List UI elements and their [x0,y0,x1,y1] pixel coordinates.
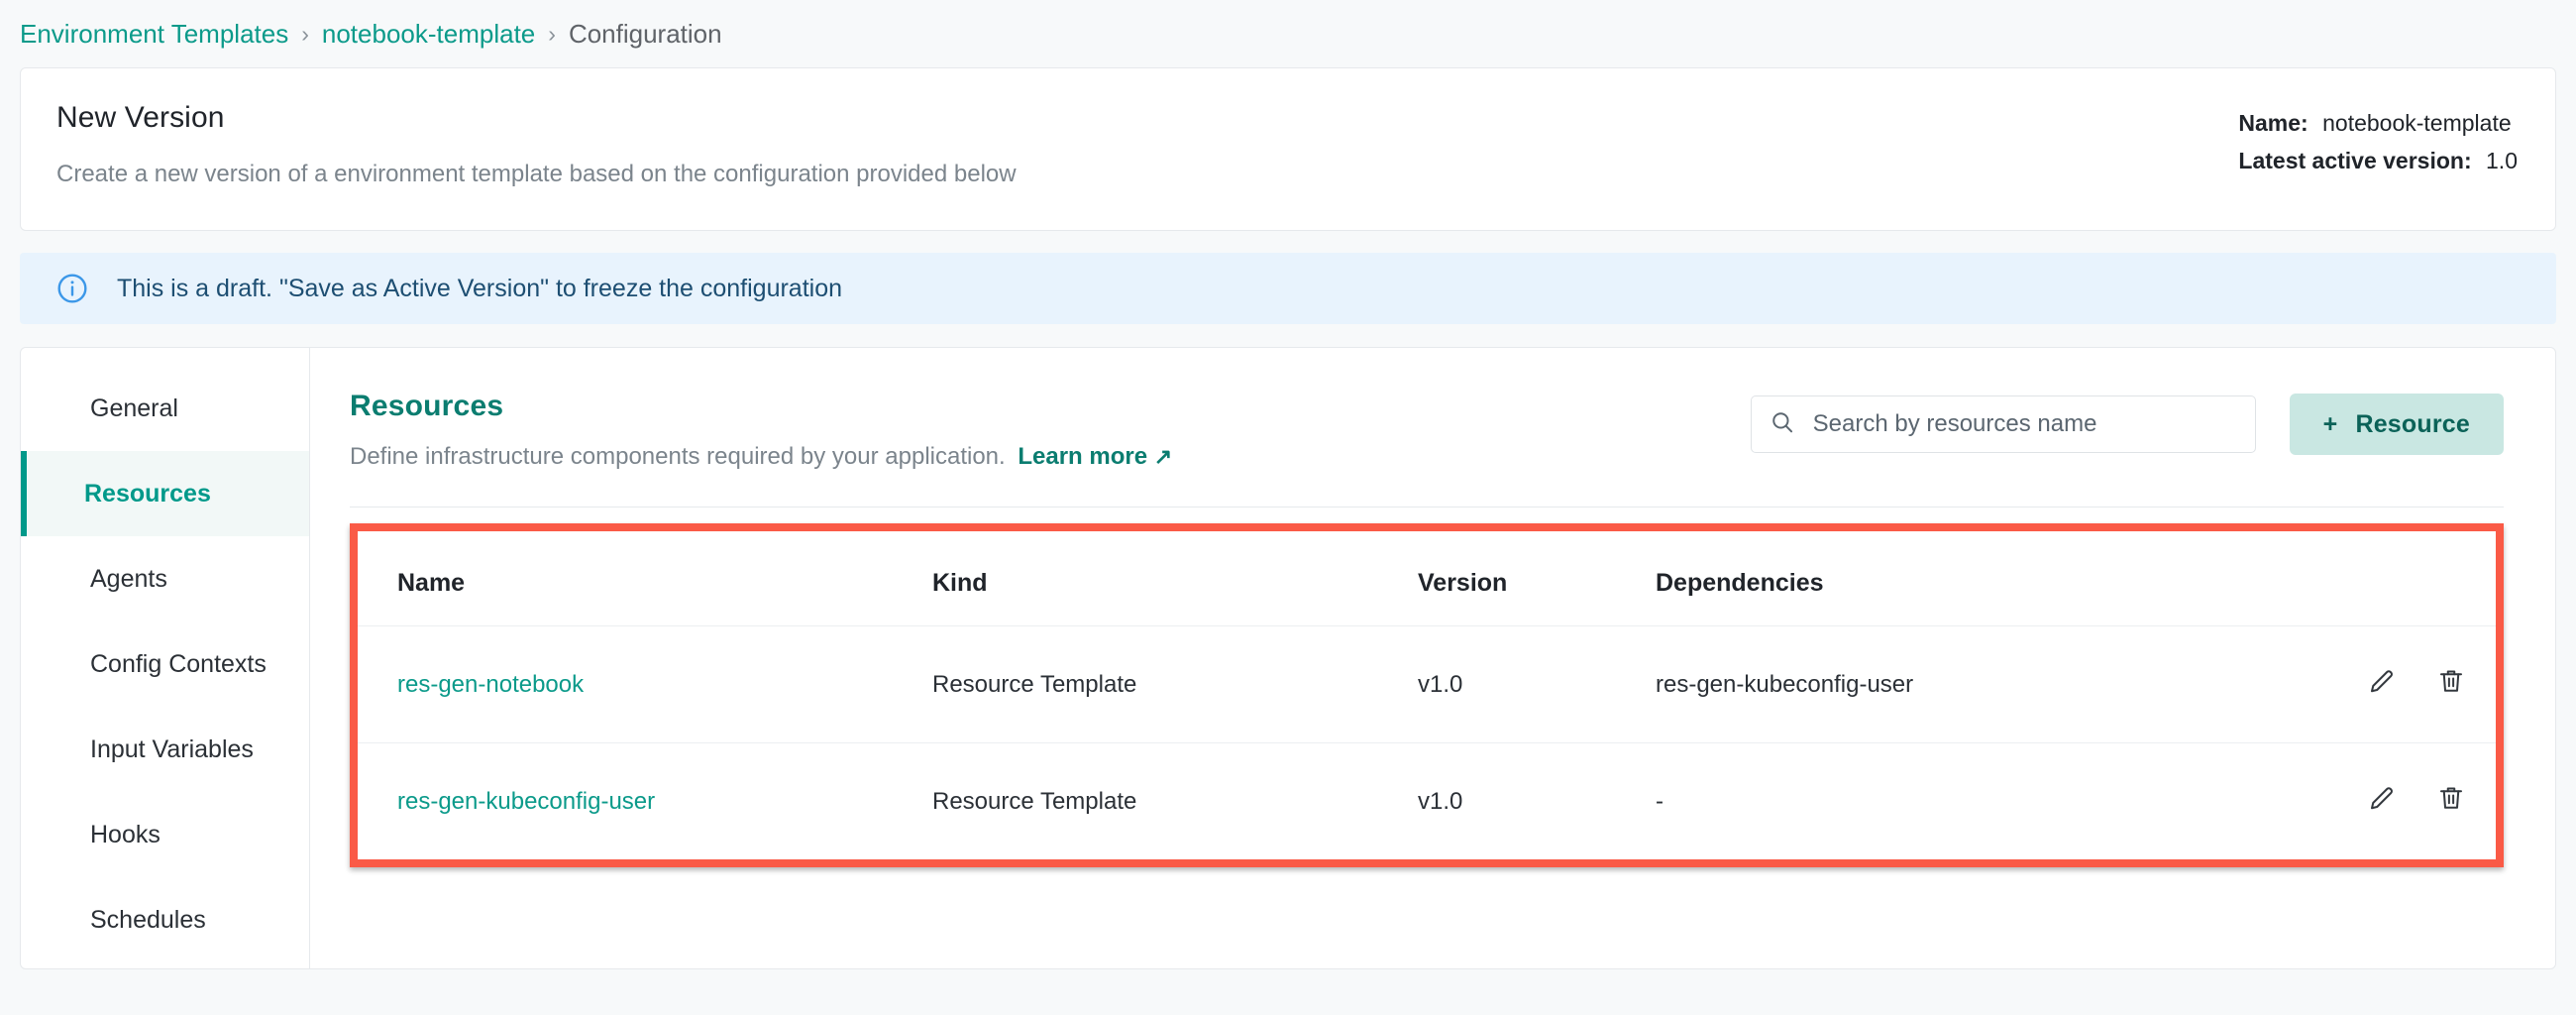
sidebar-item-label: Resources [84,479,211,508]
delete-icon[interactable] [2436,783,2466,813]
search-input[interactable] [1812,410,2237,438]
resource-kind: Resource Template [932,625,1418,743]
breadcrumb-item-notebook-template[interactable]: notebook-template [322,19,535,50]
edit-icon[interactable] [2367,666,2397,696]
resources-panel: Resources Define infrastructure componen… [310,348,2555,968]
draft-info-banner: This is a draft. "Save as Active Version… [20,253,2556,324]
breadcrumb-item-environment-templates[interactable]: Environment Templates [20,19,288,50]
sidebar-item-general[interactable]: General [21,366,309,451]
plus-icon: + [2322,409,2338,438]
template-name-row: Name: notebook-template [2238,104,2518,142]
resource-dependencies: res-gen-kubeconfig-user [1656,625,2298,743]
template-name-value: notebook-template [2322,110,2512,136]
section-title: Resources [350,390,504,422]
add-resource-button[interactable]: + Resource [2289,394,2504,455]
edit-icon[interactable] [2367,783,2397,813]
resource-version: v1.0 [1418,787,1463,815]
resources-table-highlight: Name Kind Version Dependencies res-gen-n… [350,523,2504,867]
sidebar-item-hooks[interactable]: Hooks [21,792,309,877]
header-divider [350,507,2504,508]
template-meta: Name: notebook-template Latest active ve… [2238,104,2518,179]
column-header-actions [2298,531,2496,626]
table-row: res-gen-notebook Resource Template v1.0 … [358,625,2496,743]
page-title: New Version [56,101,225,134]
sidebar-item-resources[interactable]: Resources [21,451,309,536]
column-header-name: Name [358,531,932,626]
breadcrumb: Environment Templates › notebook-templat… [0,0,2576,67]
resource-dependencies: - [1656,787,1664,815]
page-subtitle: Create a new version of a environment te… [56,161,1017,187]
breadcrumb-separator-icon: › [301,20,309,47]
latest-active-version-value: 1.0 [2486,148,2518,173]
column-header-kind: Kind [932,531,1418,626]
template-name-label: Name: [2238,110,2308,136]
search-box[interactable] [1750,395,2256,453]
resources-header-actions: + Resource [1750,390,2504,455]
delete-icon[interactable] [2436,666,2466,696]
breadcrumb-item-configuration: Configuration [568,18,722,49]
configuration-sidebar: General Resources Agents Config Contexts… [21,348,310,968]
resource-name-link[interactable]: res-gen-kubeconfig-user [397,788,655,815]
sidebar-item-label: Agents [90,564,167,593]
resource-kind: Resource Template [932,787,1137,815]
sidebar-item-input-variables[interactable]: Input Variables [21,707,309,792]
table-row: res-gen-kubeconfig-user Resource Templat… [358,743,2496,860]
resources-table: Name Kind Version Dependencies res-gen-n… [358,531,2496,859]
column-header-dependencies: Dependencies [1656,531,2298,626]
configuration-card: General Resources Agents Config Contexts… [20,347,2556,969]
row-actions [2367,666,2466,696]
template-version-row: Latest active version: 1.0 [2238,142,2518,179]
sidebar-item-label: Schedules [90,905,206,934]
sidebar-item-agents[interactable]: Agents [21,536,309,621]
info-circle-icon [55,272,89,305]
row-actions [2367,783,2466,813]
breadcrumb-separator-icon: › [548,20,556,47]
add-resource-label: Resource [2355,409,2470,438]
section-description: Define infrastructure components require… [350,443,1751,471]
sidebar-item-schedules[interactable]: Schedules [21,877,309,962]
latest-active-version-label: Latest active version: [2238,148,2472,173]
resources-header: Resources Define infrastructure componen… [350,390,2504,471]
search-icon [1770,409,1795,440]
learn-more-link[interactable]: Learn more ↗ [1018,443,1172,470]
resources-header-text: Resources Define infrastructure componen… [350,390,1751,471]
draft-info-text: This is a draft. "Save as Active Version… [117,274,843,302]
external-link-icon: ↗ [1153,444,1173,469]
sidebar-item-label: Config Contexts [90,649,267,678]
sidebar-item-label: Hooks [90,820,161,848]
column-header-version: Version [1418,531,1656,626]
sidebar-item-label: General [90,394,178,422]
resource-version: v1.0 [1418,625,1656,743]
section-description-text: Define infrastructure components require… [350,443,1006,470]
resource-name-link[interactable]: res-gen-notebook [397,671,584,698]
new-version-header-card: New Version Create a new version of a en… [20,67,2556,231]
sidebar-item-config-contexts[interactable]: Config Contexts [21,621,309,707]
sidebar-item-label: Input Variables [90,734,254,763]
learn-more-label: Learn more [1018,443,1148,470]
table-header-row: Name Kind Version Dependencies [358,531,2496,626]
